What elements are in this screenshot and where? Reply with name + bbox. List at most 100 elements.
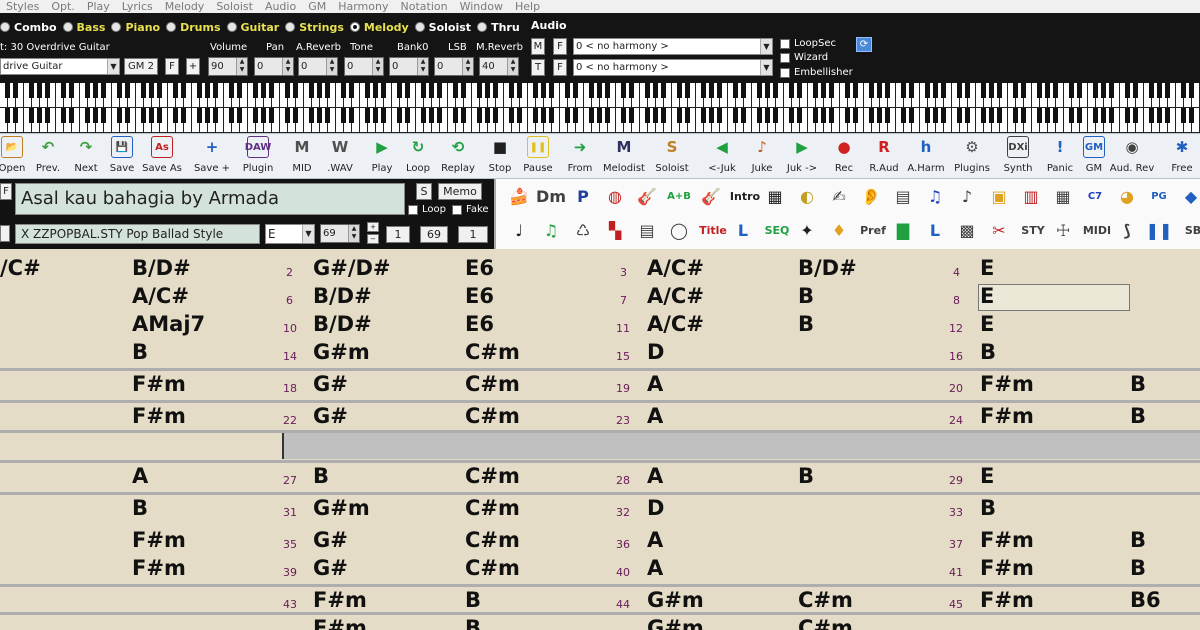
chord-symbol[interactable]: A/C#: [647, 256, 704, 280]
piano-black-key[interactable]: [1045, 83, 1050, 98]
menu-item[interactable]: Play: [87, 0, 110, 13]
bars-icon[interactable]: ▥: [1018, 183, 1044, 209]
piano-black-key[interactable]: [37, 108, 42, 123]
piano-black-key[interactable]: [341, 108, 346, 123]
chord-symbol[interactable]: B/D#: [313, 312, 372, 336]
piano-black-key[interactable]: [229, 83, 234, 98]
mixer-spinner-volume[interactable]: 90 ▲ ▼: [208, 57, 248, 76]
juke-button[interactable]: ♪ Juke: [740, 136, 784, 174]
chord-symbol[interactable]: B: [1130, 404, 1146, 428]
piano-black-key[interactable]: [253, 83, 258, 98]
piano-black-key[interactable]: [845, 83, 850, 98]
chord-symbol[interactable]: G#: [313, 528, 348, 552]
spin-arrows-icon[interactable]: ▲ ▼: [417, 58, 428, 75]
plugin-button[interactable]: DAW Plugin: [236, 136, 280, 174]
chord-symbol[interactable]: A/C#: [132, 284, 189, 308]
lyrics-icon[interactable]: L: [922, 217, 948, 243]
piano-black-key[interactable]: [709, 108, 714, 123]
wizard-checkbox[interactable]: Wizard: [780, 52, 828, 63]
piano-black-key[interactable]: [797, 108, 802, 123]
chord-symbol[interactable]: E6: [465, 284, 494, 308]
chord-symbol[interactable]: F#m: [980, 528, 1034, 552]
mic-icon[interactable]: ♦: [826, 217, 852, 243]
piano-black-key[interactable]: [205, 83, 210, 98]
from-button[interactable]: ➜ From: [558, 136, 602, 174]
piano-black-key[interactable]: [397, 83, 402, 98]
l-icon[interactable]: L: [730, 217, 756, 243]
piano-black-key[interactable]: [101, 108, 106, 123]
piano-black-key[interactable]: [1189, 108, 1194, 123]
a-harm-button[interactable]: h A.Harm: [904, 136, 948, 174]
sty-book-icon[interactable]: ▩: [954, 217, 980, 243]
piano-black-key[interactable]: [5, 108, 10, 123]
piano-black-key[interactable]: [573, 83, 578, 98]
wav-button[interactable]: W .WAV: [318, 136, 362, 174]
melodist-button[interactable]: M Melodist: [602, 136, 646, 174]
menu-item[interactable]: GM: [308, 0, 326, 13]
printer-icon[interactable]: ▤: [634, 217, 660, 243]
track-radio-soloist[interactable]: Soloist: [414, 21, 471, 34]
piano-black-key[interactable]: [1037, 108, 1042, 123]
loop-checkbox[interactable]: ✓ Loop: [408, 204, 446, 217]
chord-symbol[interactable]: G#: [313, 404, 348, 428]
piano-black-key[interactable]: [733, 83, 738, 98]
menu-item[interactable]: Window: [460, 0, 503, 13]
piano-black-key[interactable]: [845, 108, 850, 123]
piano-black-key[interactable]: [1077, 83, 1082, 98]
piano-black-key[interactable]: [1037, 83, 1042, 98]
piano-black-key[interactable]: [85, 108, 90, 123]
harmony-combo-2[interactable]: 0 < no harmony > ▼: [573, 59, 773, 76]
chord-symbol[interactable]: A/C#: [647, 312, 704, 336]
piano-keyboard[interactable]: [0, 83, 1200, 133]
menu-item[interactable]: Notation: [401, 0, 448, 13]
menu-item[interactable]: Styles: [6, 0, 39, 13]
cd-icon[interactable]: ◕: [1114, 183, 1140, 209]
piano-black-key[interactable]: [213, 108, 218, 123]
c7-icon[interactable]: C7: [1082, 183, 1108, 209]
piano-black-key[interactable]: [789, 108, 794, 123]
loopsec-checkbox[interactable]: LoopSec: [780, 38, 836, 49]
piano-black-key[interactable]: [325, 108, 330, 123]
piano-black-key[interactable]: [901, 83, 906, 98]
song-s-button[interactable]: S: [416, 183, 432, 200]
piano-black-key[interactable]: [1045, 108, 1050, 123]
tuner-icon[interactable]: ☩: [1050, 217, 1076, 243]
piano-black-key[interactable]: [1189, 83, 1194, 98]
piano-row-lower[interactable]: [0, 108, 1200, 133]
piano-black-key[interactable]: [141, 83, 146, 98]
chord-symbol[interactable]: C#m: [798, 588, 853, 612]
piano-black-key[interactable]: [829, 108, 834, 123]
chord-symbol[interactable]: A: [647, 404, 663, 428]
piano-black-key[interactable]: [925, 83, 930, 98]
chord-symbol[interactable]: B: [465, 588, 481, 612]
piano-black-key[interactable]: [757, 83, 762, 98]
piano-black-key[interactable]: [773, 108, 778, 123]
key-combo[interactable]: E ▼: [265, 224, 315, 244]
chord-symbol[interactable]: C#m: [465, 464, 520, 488]
piano-black-key[interactable]: [661, 83, 666, 98]
spin-arrows-icon[interactable]: ▲ ▼: [236, 58, 247, 75]
piano-black-key[interactable]: [197, 108, 202, 123]
chord-symbol[interactable]: A: [647, 372, 663, 396]
piano-black-key[interactable]: [453, 83, 458, 98]
piano-black-key[interactable]: [1013, 83, 1018, 98]
piano-black-key[interactable]: [853, 108, 858, 123]
piano-black-key[interactable]: [869, 83, 874, 98]
guitar2-icon[interactable]: 🎸: [698, 183, 724, 209]
piano-black-key[interactable]: [485, 83, 490, 98]
piano-black-key[interactable]: [813, 83, 818, 98]
spin-arrows-icon[interactable]: ▲ ▼: [462, 58, 473, 75]
spin-arrows-icon[interactable]: ▲ ▼: [348, 225, 359, 242]
chord-symbol[interactable]: C#m: [465, 496, 520, 520]
juk-button[interactable]: ◀ <-Juk: [700, 136, 744, 174]
chord-symbol[interactable]: G#m: [647, 616, 704, 630]
chord-symbol[interactable]: B: [980, 496, 996, 520]
chord-symbol[interactable]: B: [798, 284, 814, 308]
piano-black-key[interactable]: [1093, 83, 1098, 98]
piano-black-key[interactable]: [253, 108, 258, 123]
piano-black-key[interactable]: [85, 83, 90, 98]
piano-black-key[interactable]: [989, 83, 994, 98]
pen-icon[interactable]: ✍: [826, 183, 852, 209]
fake-checkbox[interactable]: ✓ Fake: [452, 204, 489, 217]
piano-black-key[interactable]: [37, 83, 42, 98]
